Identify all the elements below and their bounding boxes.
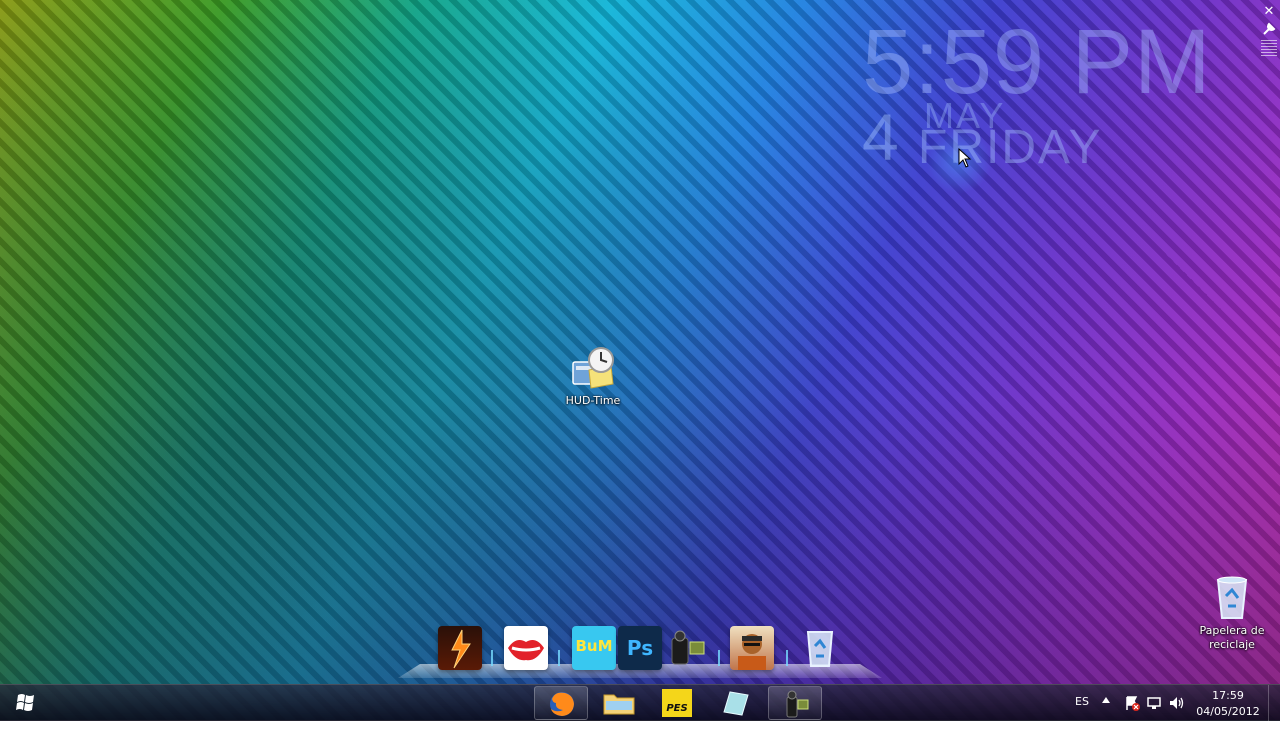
show-desktop-button[interactable] xyxy=(1268,685,1280,721)
taskbar-pes-button[interactable]: PES xyxy=(650,686,704,720)
dock-lips-icon[interactable] xyxy=(504,626,548,670)
hud-clock-gadget[interactable]: 5:59 PM 4 MAY FRIDAY xyxy=(862,11,1262,194)
note-icon xyxy=(723,691,749,716)
dock-recycle-bin-icon[interactable] xyxy=(798,626,842,670)
taskbar-camcorder-button[interactable] xyxy=(768,686,822,720)
taskbar-explorer-button[interactable] xyxy=(592,686,646,720)
taskbar-notes-button[interactable] xyxy=(708,686,762,720)
wrench-icon[interactable] xyxy=(1261,22,1277,38)
hud-time-shortcut[interactable]: HUD-Time xyxy=(556,344,630,408)
start-button[interactable] xyxy=(4,686,46,720)
taskbar-clock-time[interactable]: 17:59 xyxy=(1200,689,1256,702)
folder-icon xyxy=(603,694,635,715)
dock-camcorder-icon[interactable] xyxy=(666,626,710,670)
dock-bum-icon[interactable]: BuM xyxy=(572,626,616,670)
dock-separator xyxy=(718,650,720,666)
hud-clock-time: 5:59 PM xyxy=(862,11,1212,113)
dock-photoshop-icon[interactable]: Ps xyxy=(618,626,662,670)
dock-separator xyxy=(786,650,788,666)
firefox-icon xyxy=(550,692,574,716)
pes-label: PES xyxy=(666,703,688,714)
taskbar-firefox-button[interactable] xyxy=(534,686,588,720)
pes-icon: PES xyxy=(662,689,692,717)
volume-icon[interactable] xyxy=(1168,695,1186,711)
camcorder-icon xyxy=(786,690,809,718)
taskbar-clock-date[interactable]: 04/05/2012 xyxy=(1196,705,1260,718)
hud-time-label: HUD-Time xyxy=(565,394,621,407)
dock-bar: BuM Ps xyxy=(398,624,882,680)
gadget-controls: ✕ xyxy=(1261,4,1279,58)
dock-separator xyxy=(558,650,560,666)
network-icon[interactable] xyxy=(1146,695,1162,711)
mouse-cursor-icon xyxy=(958,148,972,168)
recycle-bin-label-2: reciclaje xyxy=(1209,638,1255,651)
show-hidden-icons-icon[interactable] xyxy=(1102,697,1110,703)
close-icon[interactable]: ✕ xyxy=(1261,4,1277,20)
photoshop-label: Ps xyxy=(626,636,654,660)
recycle-bin-label-1: Papelera de xyxy=(1199,624,1265,637)
language-indicator[interactable]: ES xyxy=(1075,695,1089,708)
taskbar: PES ES 17:59 04/05/2012 xyxy=(0,684,1280,721)
windows-logo-icon xyxy=(16,694,34,711)
action-center-flag-icon[interactable] xyxy=(1124,695,1140,711)
recycle-bin-shortcut[interactable]: Papelera de reciclaje xyxy=(1192,574,1272,652)
dock-separator xyxy=(491,650,493,666)
bum-label: BuM xyxy=(575,637,613,655)
recycle-bin-icon xyxy=(1208,574,1256,622)
dock-character-icon[interactable] xyxy=(730,626,774,670)
hud-clock-day: 4 xyxy=(862,100,899,174)
hud-time-icon xyxy=(569,344,617,392)
hud-clock-weekday: FRIDAY xyxy=(918,121,1103,174)
drag-handle-icon[interactable] xyxy=(1261,40,1277,56)
dock-game-icon[interactable] xyxy=(438,626,482,670)
